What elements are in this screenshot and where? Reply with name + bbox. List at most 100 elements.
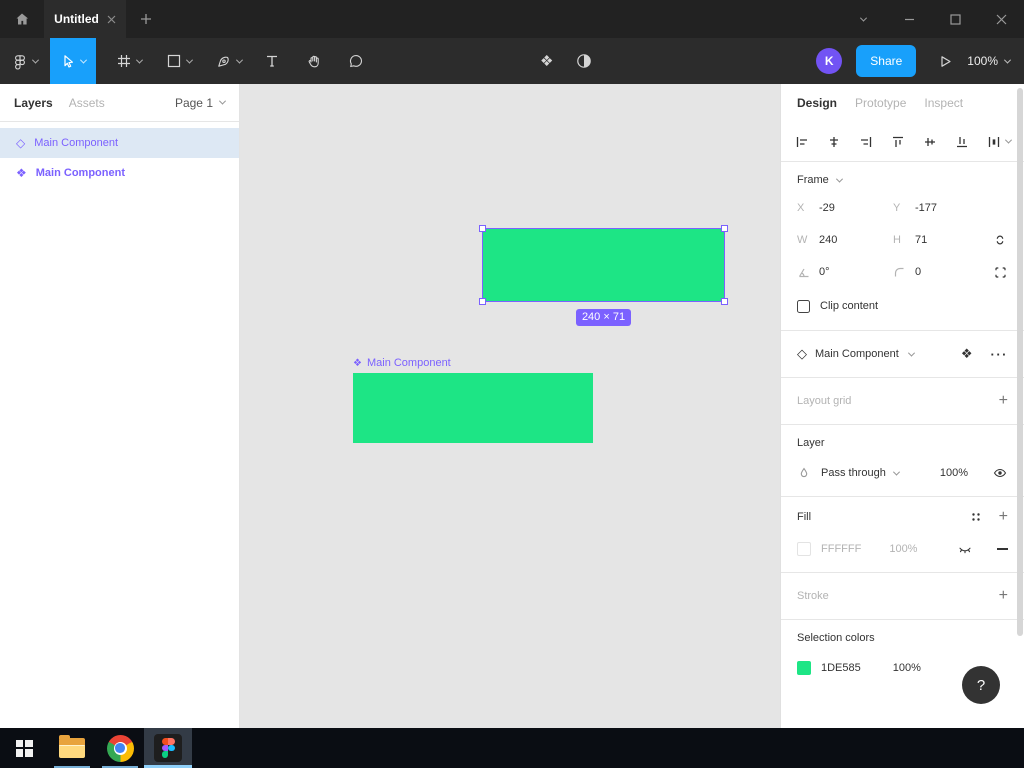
- constrain-proportions-icon[interactable]: [992, 232, 1008, 248]
- add-fill-icon[interactable]: +: [999, 509, 1008, 525]
- frame-tool-button[interactable]: [104, 38, 154, 84]
- comment-icon: [348, 53, 364, 69]
- y-position-field[interactable]: Y -177: [893, 202, 989, 214]
- maximize-button[interactable]: [932, 0, 978, 38]
- pen-tool-button[interactable]: [204, 38, 254, 84]
- create-component-icon[interactable]: ❖: [540, 52, 553, 70]
- eye-hidden-icon[interactable]: [957, 541, 973, 557]
- chevron-down-icon: [1003, 56, 1012, 64]
- canvas[interactable]: 240 × 71 ❖ Main Component: [240, 84, 780, 728]
- file-tab[interactable]: Untitled: [44, 0, 126, 38]
- window-menu-chevron[interactable]: [840, 0, 886, 38]
- tab-inspect[interactable]: Inspect: [924, 96, 963, 110]
- w-value[interactable]: 240: [819, 234, 837, 246]
- align-bottom-icon[interactable]: [954, 134, 970, 150]
- chevron-down-icon[interactable]: [79, 56, 88, 64]
- add-layout-grid-icon[interactable]: +: [999, 393, 1008, 409]
- present-button[interactable]: [938, 54, 953, 69]
- component-object-label[interactable]: ❖ Main Component: [353, 357, 451, 369]
- rotation-field[interactable]: 0°: [797, 266, 893, 279]
- width-field[interactable]: W 240: [797, 234, 893, 246]
- minimize-button[interactable]: [886, 0, 932, 38]
- chevron-down-icon[interactable]: [135, 56, 144, 64]
- h-value[interactable]: 71: [915, 234, 927, 246]
- zoom-dropdown[interactable]: 100%: [967, 54, 1012, 68]
- main-menu-button[interactable]: [0, 38, 50, 84]
- chevron-down-icon[interactable]: [31, 56, 40, 64]
- chrome-button[interactable]: [96, 728, 144, 768]
- clip-content-checkbox[interactable]: [797, 299, 810, 313]
- corner-radius-value[interactable]: 0: [915, 266, 921, 278]
- rotation-value[interactable]: 0°: [819, 266, 830, 278]
- home-button[interactable]: [0, 0, 44, 38]
- fill-hex-field[interactable]: FFFFFF: [821, 543, 861, 555]
- resize-handle-top-left[interactable]: [479, 225, 486, 232]
- help-button[interactable]: ?: [962, 666, 1000, 704]
- chevron-down-icon[interactable]: [185, 56, 194, 64]
- selection-color-opacity[interactable]: 100%: [893, 662, 921, 674]
- chevron-down-icon: [835, 175, 843, 183]
- resize-handle-bottom-right[interactable]: [721, 298, 728, 305]
- fill-opacity-field[interactable]: 100%: [889, 543, 917, 555]
- tab-design[interactable]: Design: [797, 96, 837, 110]
- eye-visible-icon[interactable]: [992, 465, 1008, 481]
- align-top-icon[interactable]: [890, 134, 906, 150]
- text-tool-button[interactable]: [254, 38, 290, 84]
- align-horizontal-center-icon[interactable]: [826, 134, 842, 150]
- mask-icon[interactable]: [575, 52, 593, 70]
- tab-assets[interactable]: Assets: [69, 96, 105, 110]
- shape-tool-button[interactable]: [154, 38, 204, 84]
- layer-row-main-component-2[interactable]: ❖ Main Component: [0, 158, 239, 188]
- more-options-icon[interactable]: ···: [991, 347, 1009, 362]
- align-right-icon[interactable]: [858, 134, 874, 150]
- add-stroke-icon[interactable]: +: [999, 588, 1008, 604]
- share-button[interactable]: Share: [856, 45, 917, 77]
- figma-app-button[interactable]: [144, 728, 192, 768]
- close-button[interactable]: [978, 0, 1024, 38]
- independent-corners-icon[interactable]: [993, 265, 1008, 280]
- clip-content-control[interactable]: Clip content: [797, 294, 1008, 318]
- tab-close-icon[interactable]: [107, 15, 116, 24]
- windows-taskbar: [0, 728, 1024, 768]
- layer-row-main-component-1[interactable]: ◇ Main Component: [0, 128, 239, 158]
- align-left-icon[interactable]: [794, 134, 810, 150]
- resize-handle-bottom-left[interactable]: [479, 298, 486, 305]
- chevron-down-icon[interactable]: [235, 56, 244, 64]
- frame-type-dropdown[interactable]: Frame: [797, 174, 1008, 186]
- fill-color-swatch[interactable]: [797, 542, 811, 556]
- resize-handle-top-right[interactable]: [721, 225, 728, 232]
- layer-section-title: Layer: [797, 437, 825, 449]
- comment-tool-button[interactable]: [338, 38, 374, 84]
- selection-color-swatch[interactable]: [797, 661, 811, 675]
- remove-fill-icon[interactable]: [997, 548, 1008, 550]
- fill-styles-icon[interactable]: [969, 510, 983, 524]
- component-icon[interactable]: ❖: [961, 346, 973, 362]
- tab-layers[interactable]: Layers: [14, 96, 53, 110]
- distribute-menu-icon[interactable]: [986, 134, 1013, 150]
- chevron-down-icon[interactable]: [907, 349, 915, 357]
- blend-mode-dropdown[interactable]: Pass through: [821, 467, 900, 479]
- align-vertical-center-icon[interactable]: [922, 134, 938, 150]
- layer-opacity-field[interactable]: 100%: [940, 467, 968, 479]
- selection-color-hex[interactable]: 1DE585: [821, 662, 861, 674]
- y-value[interactable]: -177: [915, 202, 937, 214]
- component-frame-icon: ◇: [797, 346, 807, 361]
- panel-scrollbar[interactable]: [1017, 88, 1023, 636]
- page-selector[interactable]: Page 1: [175, 96, 227, 110]
- hand-tool-button[interactable]: [296, 38, 332, 84]
- x-position-field[interactable]: X -29: [797, 202, 893, 214]
- file-explorer-button[interactable]: [48, 728, 96, 768]
- start-button[interactable]: [0, 728, 48, 768]
- x-label: X: [797, 202, 805, 214]
- corner-radius-field[interactable]: 0: [893, 266, 989, 279]
- main-component-rectangle[interactable]: [353, 373, 593, 443]
- selected-rectangle[interactable]: [479, 225, 728, 305]
- x-value[interactable]: -29: [819, 202, 835, 214]
- new-tab-button[interactable]: [126, 0, 166, 38]
- avatar[interactable]: K: [816, 48, 843, 74]
- height-field[interactable]: H 71: [893, 234, 989, 246]
- chrome-icon: [106, 734, 134, 762]
- move-tool-button[interactable]: [50, 38, 96, 84]
- pen-tool-icon: [216, 53, 232, 69]
- tab-prototype[interactable]: Prototype: [855, 96, 906, 110]
